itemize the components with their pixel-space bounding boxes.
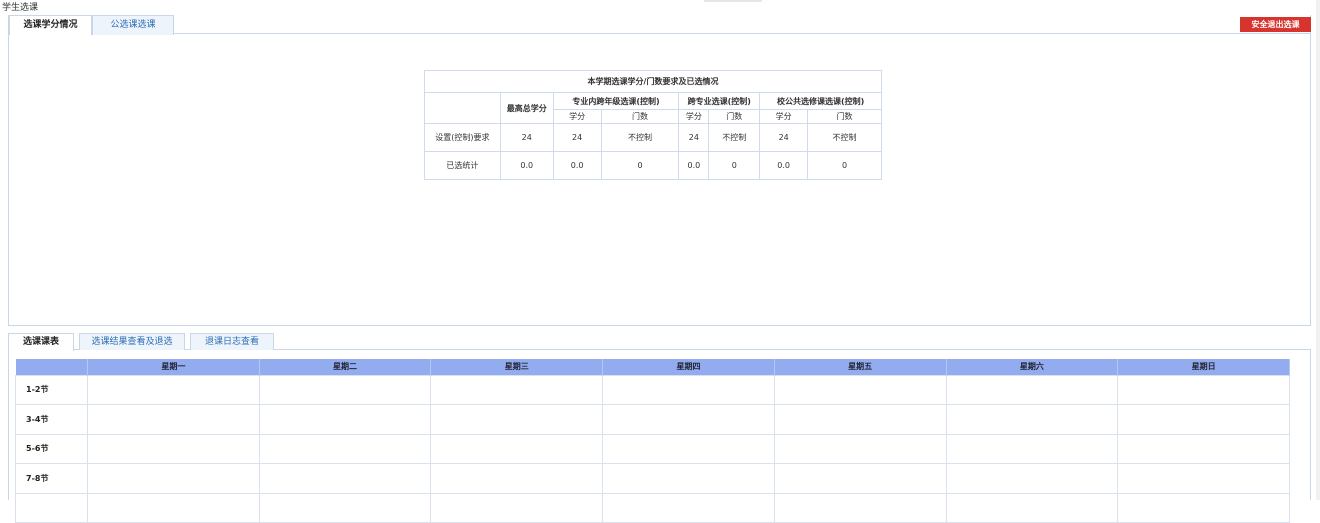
schedule-cell[interactable]	[430, 492, 604, 523]
schedule-cell[interactable]	[258, 433, 432, 464]
table-cell: 24	[499, 123, 554, 152]
schedule-cell[interactable]	[945, 492, 1119, 523]
exit-button[interactable]: 安全退出选课	[1240, 17, 1311, 32]
tab-withdraw-log[interactable]: 退课日志查看	[190, 333, 274, 350]
schedule-cell[interactable]	[945, 463, 1119, 494]
period-label-empty	[15, 492, 88, 523]
tab-public-elective[interactable]: 公选课选课	[92, 15, 174, 35]
table-cell: 0.0	[759, 151, 809, 180]
table-cell: 0	[600, 151, 680, 180]
table-row: 已选统计 0.0 0.0 0 0.0 0 0.0 0	[424, 151, 882, 180]
day-header: 星期六	[946, 359, 1119, 375]
day-header: 星期一	[87, 359, 260, 375]
period-label: 1-2节	[15, 374, 88, 405]
table-cell: 0	[708, 151, 761, 180]
schedule-cell[interactable]	[602, 492, 775, 523]
schedule-cell[interactable]	[1117, 433, 1290, 464]
schedule-cell[interactable]	[430, 374, 604, 405]
corner-cell	[424, 92, 501, 124]
scrollbar[interactable]	[1316, 0, 1320, 500]
header-public-elective: 校公共选修课选课(控制)	[759, 92, 882, 110]
subheader-count: 门数	[807, 109, 882, 124]
tab-schedule[interactable]: 选课课表	[8, 333, 74, 351]
schedule-cell[interactable]	[1117, 404, 1290, 435]
schedule-cell[interactable]	[1117, 463, 1290, 494]
schedule-cell[interactable]	[258, 463, 432, 494]
table-row	[15, 492, 1290, 523]
schedule-cell[interactable]	[87, 492, 260, 523]
subheader-count: 门数	[600, 109, 680, 124]
tab-credit-status[interactable]: 选课学分情况	[9, 15, 92, 35]
schedule-cell[interactable]	[258, 404, 432, 435]
period-label: 7-8节	[15, 463, 88, 494]
row-label: 设置(控制)要求	[424, 123, 501, 152]
subheader-credit: 学分	[552, 109, 602, 124]
schedule-cell[interactable]	[258, 492, 432, 523]
schedule-cell[interactable]	[773, 374, 947, 405]
subheader-count: 门数	[708, 109, 761, 124]
tab-results-withdraw[interactable]: 选课结果查看及退选	[79, 333, 185, 350]
table-row: 设置(控制)要求 24 24 不控制 24 不控制 24 不控制	[424, 123, 882, 152]
schedule-cell[interactable]	[430, 433, 604, 464]
table-cell: 不控制	[600, 123, 680, 152]
table-cell: 24	[678, 123, 710, 152]
schedule-cell[interactable]	[773, 492, 947, 523]
schedule-cell[interactable]	[602, 463, 775, 494]
schedule-cell[interactable]	[945, 404, 1119, 435]
table-row: 1-2节	[15, 374, 1290, 405]
day-header: 星期日	[1117, 359, 1290, 375]
table-cell: 0.0	[552, 151, 602, 180]
header-major-cross-year: 专业内跨年级选课(控制)	[552, 92, 680, 110]
period-label: 5-6节	[15, 433, 88, 464]
header-cross-major: 跨专业选课(控制)	[678, 92, 761, 110]
table-cell: 不控制	[807, 123, 882, 152]
table-cell: 24	[552, 123, 602, 152]
table-row: 7-8节	[15, 463, 1290, 494]
course-schedule-table: 星期一 星期二 星期三 星期四 星期五 星期六 星期日 1-2节 3-4节 5-…	[15, 359, 1290, 523]
table-cell: 24	[759, 123, 809, 152]
schedule-cell[interactable]	[1117, 492, 1290, 523]
day-header: 星期二	[259, 359, 432, 375]
schedule-cell[interactable]	[602, 374, 775, 405]
header-max-total: 最高总学分	[499, 92, 554, 124]
lower-tabbar: 选课课表 选课结果查看及退选 退课日志查看	[8, 333, 1311, 351]
schedule-cell[interactable]	[87, 374, 260, 405]
table-cell: 不控制	[708, 123, 761, 152]
schedule-cell[interactable]	[773, 463, 947, 494]
credit-requirements-table: 本学期选课学分/门数要求及已选情况 最高总学分 专业内跨年级选课(控制) 跨专业…	[424, 70, 882, 180]
schedule-cell[interactable]	[87, 463, 260, 494]
schedule-cell[interactable]	[945, 374, 1119, 405]
schedule-cell[interactable]	[773, 404, 947, 435]
schedule-cell[interactable]	[87, 433, 260, 464]
top-tabbar: 选课学分情况 公选课选课	[9, 15, 1310, 35]
row-label: 已选统计	[424, 151, 501, 180]
schedule-cell[interactable]	[430, 404, 604, 435]
schedule-corner	[15, 359, 88, 375]
table-cell: 0.0	[499, 151, 554, 180]
day-header: 星期三	[430, 359, 604, 375]
schedule-cell[interactable]	[430, 463, 604, 494]
subheader-credit: 学分	[678, 109, 710, 124]
schedule-cell[interactable]	[602, 433, 775, 464]
page-title: 学生选课	[2, 3, 39, 13]
schedule-cell[interactable]	[87, 404, 260, 435]
schedule-cell[interactable]	[773, 433, 947, 464]
schedule-cell[interactable]	[258, 374, 432, 405]
table-row: 3-4节	[15, 404, 1290, 435]
schedule-cell[interactable]	[1117, 374, 1290, 405]
top-strip	[704, 0, 762, 2]
period-label: 3-4节	[15, 404, 88, 435]
day-header: 星期五	[774, 359, 947, 375]
credit-table-caption: 本学期选课学分/门数要求及已选情况	[424, 70, 882, 93]
subheader-credit: 学分	[759, 109, 809, 124]
day-header: 星期四	[602, 359, 775, 375]
table-row: 5-6节	[15, 433, 1290, 464]
table-cell: 0.0	[678, 151, 710, 180]
table-cell: 0	[807, 151, 882, 180]
schedule-cell[interactable]	[602, 404, 775, 435]
schedule-cell[interactable]	[945, 433, 1119, 464]
